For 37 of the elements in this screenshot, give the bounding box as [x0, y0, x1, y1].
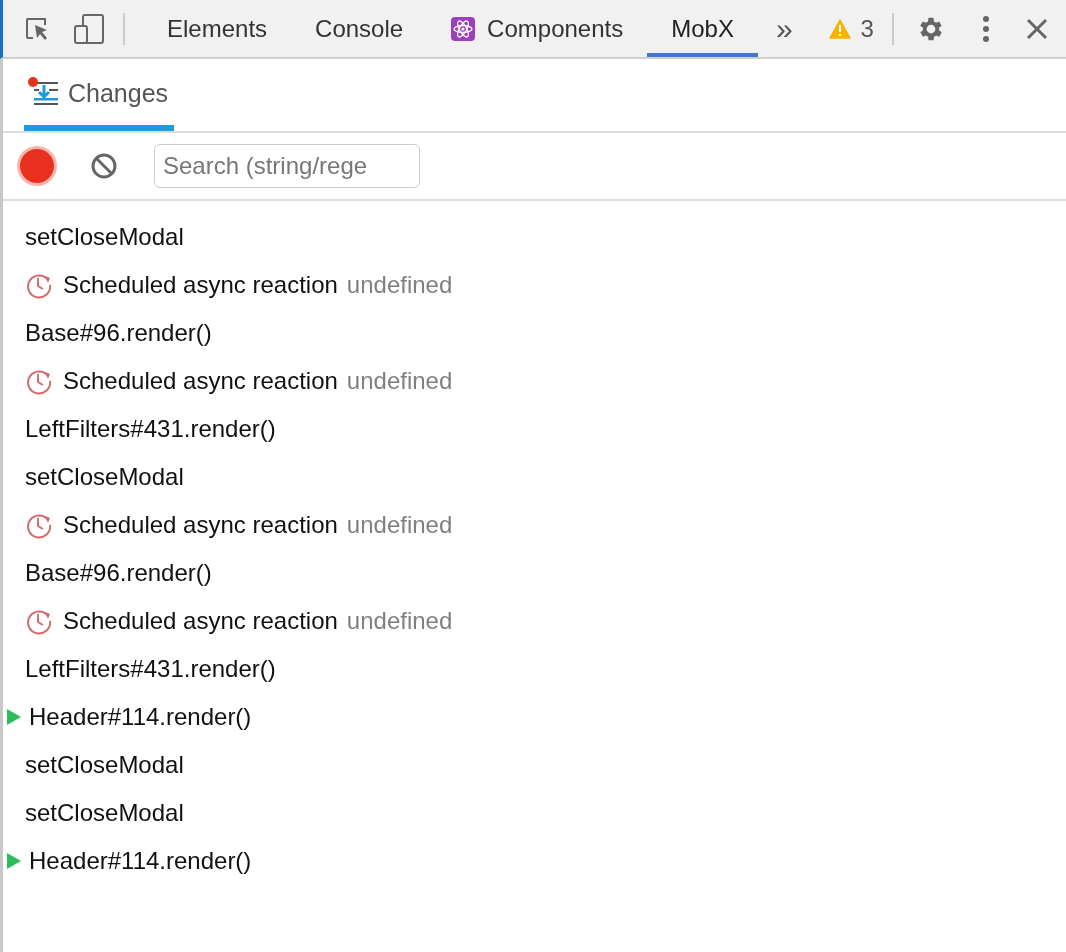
clock-icon [25, 607, 53, 635]
clear-icon[interactable] [90, 152, 118, 180]
log-entry-detail: undefined [346, 271, 453, 299]
log-entry-text: setCloseModal [25, 463, 184, 491]
more-tabs-button[interactable]: » [771, 11, 797, 46]
log-entry-detail: undefined [346, 511, 453, 539]
warnings-counter[interactable]: 3 [828, 14, 874, 43]
clock-icon [25, 511, 53, 539]
log-entry-text: Scheduled async reaction [63, 271, 338, 299]
log-entry-text: Base#96.render() [25, 319, 212, 347]
device-icon[interactable] [73, 12, 105, 45]
devtools-tab[interactable]: Components [427, 0, 648, 57]
panel-tab[interactable]: Changes [24, 61, 175, 131]
log-entry-text: setCloseModal [25, 799, 184, 827]
log-entry-text[interactable]: Header#114.render() [29, 847, 252, 875]
record-button[interactable] [20, 149, 54, 183]
devtools-tab[interactable]: Console [291, 0, 428, 57]
clock-icon [25, 271, 53, 299]
log-entry-text: setCloseModal [25, 223, 184, 251]
search-field[interactable]: Search (string/rege [154, 144, 420, 188]
log-entry-text[interactable]: Header#114.render() [29, 703, 252, 731]
log-entry-detail: undefined [346, 367, 453, 395]
log-entry-text: Scheduled async reaction [63, 367, 338, 395]
log-entry-text: setCloseModal [25, 751, 184, 779]
log-entry-text: Scheduled async reaction [63, 511, 338, 539]
devtools-tab[interactable]: Elements [143, 0, 292, 57]
clock-icon [25, 367, 53, 395]
log-entry-text: Base#96.render() [25, 559, 212, 587]
devtools-tab[interactable]: MobX [647, 0, 758, 57]
log-entry-text: LeftFilters#431.render() [25, 655, 276, 683]
warning-icon [828, 18, 851, 39]
log-entry-text: Scheduled async reaction [63, 607, 338, 635]
atom-icon [451, 16, 476, 41]
close-icon[interactable] [1025, 17, 1048, 40]
more-options-icon[interactable] [981, 14, 990, 43]
log-entry-text: LeftFilters#431.render() [25, 415, 276, 443]
log-entry-detail: undefined [346, 607, 453, 635]
